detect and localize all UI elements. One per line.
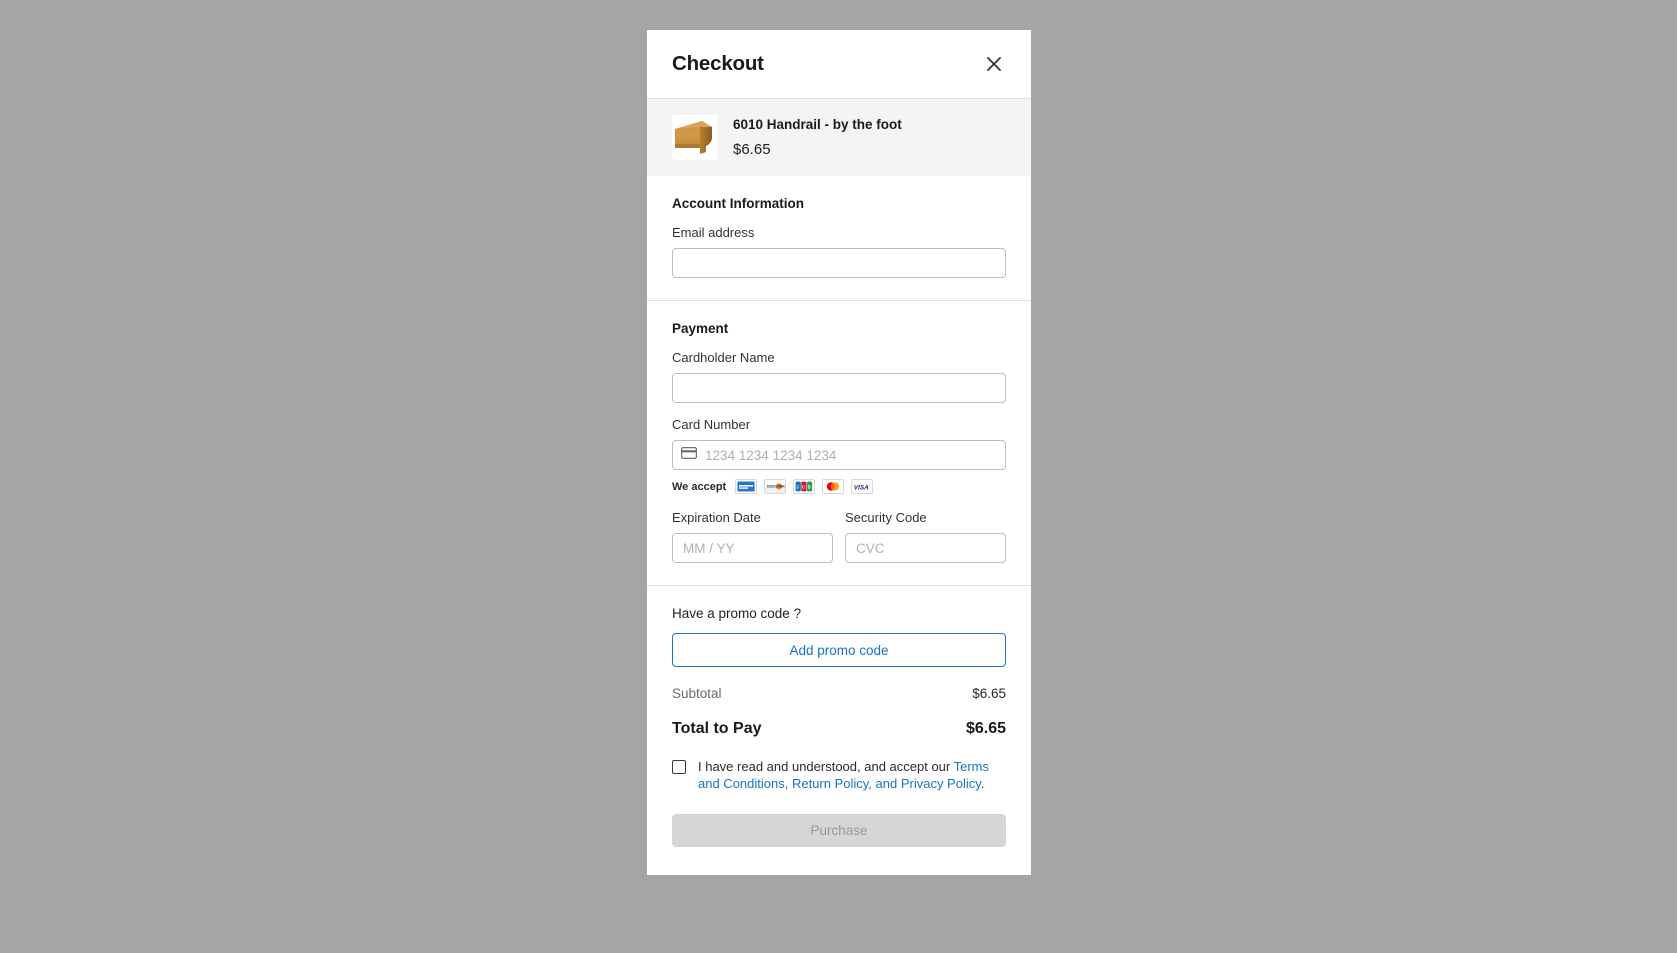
svg-text:DISCOVER: DISCOVER (767, 485, 785, 489)
product-name: 6010 Handrail - by the foot (733, 117, 902, 132)
expiry-security-row: Expiration Date Security Code (672, 510, 1006, 563)
promo-prompt: Have a promo code ? (672, 606, 802, 621)
product-price: $6.65 (733, 141, 771, 158)
security-field-group: Security Code (845, 510, 1006, 563)
close-button[interactable] (982, 52, 1006, 76)
terms-checkbox[interactable] (672, 760, 686, 774)
expiration-label: Expiration Date (672, 510, 761, 525)
credit-card-icon (681, 446, 698, 464)
svg-text:B: B (808, 484, 811, 489)
email-field-group: Email address (672, 225, 1006, 278)
visa-icon: VISA (851, 479, 874, 494)
total-row: Total to Pay $6.65 (672, 720, 1006, 738)
card-number-label: Card Number (672, 417, 751, 432)
cardholder-label: Cardholder Name (672, 350, 775, 365)
checkout-modal: Checkout 6010 Handrail - by the foot $6.… (647, 30, 1031, 876)
mastercard-icon (822, 479, 845, 494)
security-code-label: Security Code (845, 510, 927, 525)
page-title: Checkout (672, 52, 764, 75)
payment-section-title: Payment (672, 321, 729, 336)
total-value: $6.65 (965, 720, 1006, 737)
svg-text:VISA: VISA (854, 484, 869, 491)
subtotal-row: Subtotal $6.65 (672, 686, 1006, 701)
product-details: 6010 Handrail - by the foot $6.65 (733, 117, 902, 158)
card-number-field-group: Card Number (672, 417, 1006, 470)
we-accept-label: We accept (672, 480, 727, 493)
expiration-field-group: Expiration Date (672, 510, 833, 563)
close-icon (985, 55, 1003, 73)
account-information-section: Account Information Email address (647, 176, 1031, 301)
add-promo-code-button[interactable]: Add promo code (672, 633, 1006, 667)
account-section-title: Account Information (672, 196, 804, 211)
accepted-cards-row: We accept DISCOVER J C B VISA (672, 479, 1006, 494)
product-line-item: 6010 Handrail - by the foot $6.65 (647, 99, 1031, 176)
terms-acceptance-row: I have read and understood, and accept o… (672, 758, 1006, 792)
card-number-input[interactable] (705, 447, 997, 463)
card-number-input-wrapper[interactable] (672, 440, 1006, 470)
security-code-input[interactable] (845, 533, 1006, 563)
cardholder-field-group: Cardholder Name (672, 350, 1006, 403)
summary-section: Have a promo code ? Add promo code Subto… (647, 586, 1031, 875)
subtotal-value: $6.65 (972, 686, 1006, 701)
total-label: Total to Pay (672, 720, 762, 737)
jcb-icon: J C B (793, 479, 816, 494)
modal-header: Checkout (647, 30, 1031, 99)
terms-trail-text: . (980, 776, 985, 792)
wood-handrail-profile-icon (672, 115, 717, 160)
subtotal-label: Subtotal (672, 686, 722, 701)
email-label: Email address (672, 225, 755, 240)
discover-icon: DISCOVER (764, 479, 787, 494)
purchase-button[interactable]: Purchase (672, 814, 1006, 848)
product-thumbnail (672, 115, 717, 160)
expiration-date-input[interactable] (672, 533, 833, 563)
amex-icon (735, 479, 758, 494)
cardholder-name-input[interactable] (672, 373, 1006, 403)
terms-lead-text: I have read and understood, and accept o… (698, 759, 954, 774)
terms-text: I have read and understood, and accept o… (698, 758, 1006, 792)
payment-section: Payment Cardholder Name Card Number 1234… (647, 301, 1031, 586)
modal-overlay: Checkout 6010 Handrail - by the foot $6.… (0, 0, 1677, 953)
email-input[interactable] (672, 248, 1006, 278)
